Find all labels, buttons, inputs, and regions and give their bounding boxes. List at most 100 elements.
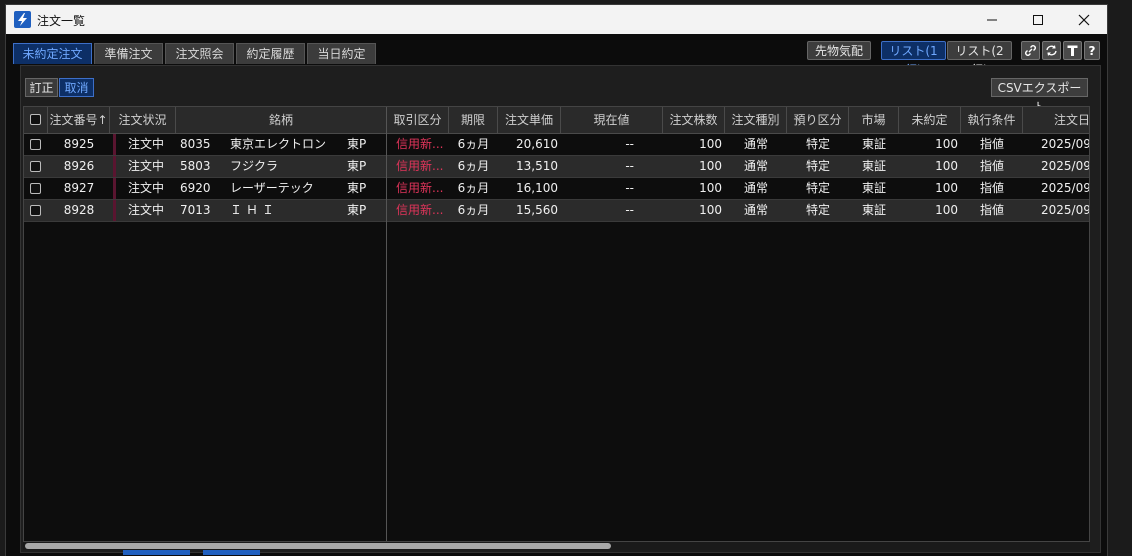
taskbar-item[interactable] [203, 550, 260, 555]
select-all-checkbox[interactable] [30, 114, 41, 125]
exec-condition: 指値 [979, 203, 1004, 217]
unfilled-qty: 100 [935, 137, 958, 151]
tab-today-executions[interactable]: 当日約定 [307, 43, 376, 64]
table-row[interactable]: 8927 注文中 6920 レーザーテック 東P 信用新... 6ヵ月 16,1… [24, 178, 1090, 200]
order-status: 注文中 [127, 159, 164, 173]
header-trade-type[interactable]: 取引区分 [387, 107, 449, 133]
symbol-exchange: 東P [347, 159, 367, 173]
row-checkbox[interactable] [30, 205, 41, 216]
symbol-exchange: 東P [347, 137, 367, 151]
trade-type: 信用新... [396, 181, 444, 195]
header-order-type[interactable]: 注文種別 [725, 107, 787, 133]
order-date: 2025/09/ [1041, 137, 1090, 151]
list-1-row-button[interactable]: リスト(1行) [881, 41, 946, 77]
symbol-code: 8035 [180, 137, 211, 151]
header-exec-condition[interactable]: 執行条件 [961, 107, 1023, 133]
term: 6ヵ月 [457, 159, 490, 173]
trade-type: 信用新... [396, 137, 444, 151]
header-current-price[interactable]: 現在値 [561, 107, 663, 133]
row-checkbox[interactable] [30, 183, 41, 194]
csv-export-button[interactable]: CSVエクスポート [991, 78, 1088, 114]
cancel-order-button[interactable]: 取消 [59, 78, 94, 97]
horizontal-scrollbar[interactable] [23, 542, 1090, 550]
order-status: 注文中 [127, 181, 164, 195]
order-price: 20,610 [516, 137, 558, 151]
table-header: 注文番号↑ 注文状況 銘柄 取引区分 期限 注文単価 現在値 注文株数 注文種別… [24, 107, 1089, 134]
window-title: 注文一覧 [37, 14, 86, 28]
term: 6ヵ月 [457, 137, 490, 151]
unfilled-qty: 100 [935, 159, 958, 173]
term: 6ヵ月 [457, 181, 490, 195]
header-unfilled[interactable]: 未約定 [899, 107, 961, 133]
order-list-window: 注文一覧 未約定注文 準備注文 注文照会 約定履歴 当日約定 先物気配 リスト(… [5, 4, 1108, 556]
app-logo-icon [14, 11, 31, 28]
header-symbol[interactable]: 銘柄 [176, 107, 387, 133]
table-row[interactable]: 8926 注文中 5803 フジクラ 東P 信用新... 6ヵ月 13,510 … [24, 156, 1090, 178]
help-button[interactable]: ? [1084, 41, 1100, 60]
list-2-row-button[interactable]: リスト(2行) [947, 41, 1012, 77]
title-bar: 注文一覧 [6, 5, 1107, 34]
symbol-exchange: 東P [347, 203, 367, 217]
symbol-exchange: 東P [347, 181, 367, 195]
order-type: 通常 [743, 137, 768, 151]
taskbar-item[interactable] [123, 550, 190, 555]
order-status: 注文中 [127, 137, 164, 151]
maximize-button[interactable] [1015, 5, 1061, 34]
futures-quote-button[interactable]: 先物気配 [807, 41, 871, 60]
header-order-status[interactable]: 注文状況 [110, 107, 176, 133]
account-type: 特定 [805, 181, 830, 195]
symbol-code: 7013 [180, 203, 211, 217]
exec-condition: 指値 [979, 159, 1004, 173]
market: 東証 [861, 137, 886, 151]
tab-unfilled-orders[interactable]: 未約定注文 [13, 43, 92, 64]
symbol-name[interactable]: レーザーテック [230, 178, 340, 199]
close-button[interactable] [1061, 5, 1107, 34]
minimize-button[interactable] [969, 5, 1015, 34]
order-qty: 100 [699, 203, 722, 217]
order-date: 2025/09/ [1041, 203, 1090, 217]
header-term[interactable]: 期限 [449, 107, 498, 133]
header-order-number[interactable]: 注文番号↑ [48, 107, 110, 133]
order-number: 8927 [63, 181, 95, 195]
scrollbar-thumb[interactable] [25, 543, 611, 549]
market: 東証 [861, 159, 886, 173]
tab-execution-history[interactable]: 約定履歴 [236, 43, 305, 64]
unfilled-qty: 100 [935, 181, 958, 195]
account-type: 特定 [805, 159, 830, 173]
exec-condition: 指値 [979, 181, 1004, 195]
order-type: 通常 [743, 159, 768, 173]
trade-type: 信用新... [396, 159, 444, 173]
order-number: 8925 [63, 137, 95, 151]
symbol-name[interactable]: 東京エレクトロン [230, 134, 340, 155]
table-row[interactable]: 8925 注文中 8035 東京エレクトロン 東P 信用新... 6ヵ月 20,… [24, 134, 1090, 156]
symbol-name[interactable]: フジクラ [230, 156, 340, 177]
order-price: 15,560 [516, 203, 558, 217]
text-icon[interactable] [1063, 41, 1082, 60]
symbol-name[interactable]: ＩＨＩ [230, 200, 340, 221]
header-order-qty[interactable]: 注文株数 [663, 107, 725, 133]
table-row[interactable]: 8928 注文中 7013 ＩＨＩ 東P 信用新... 6ヵ月 15,560 -… [24, 200, 1090, 222]
header-order-price[interactable]: 注文単価 [498, 107, 561, 133]
header-order-number-label: 注文番号 [49, 113, 98, 127]
frozen-column-divider [386, 107, 387, 541]
row-checkbox[interactable] [30, 161, 41, 172]
modify-button[interactable]: 訂正 [25, 78, 58, 97]
order-price: 13,510 [516, 159, 558, 173]
order-date: 2025/09/ [1041, 181, 1090, 195]
market: 東証 [861, 203, 886, 217]
order-date: 2025/09/ [1041, 159, 1090, 173]
link-icon[interactable] [1021, 41, 1040, 60]
sort-arrow-icon: ↑ [97, 113, 108, 127]
row-checkbox[interactable] [30, 139, 41, 150]
exec-condition: 指値 [979, 137, 1004, 151]
tab-prepared-orders[interactable]: 準備注文 [94, 43, 163, 64]
order-qty: 100 [699, 159, 722, 173]
order-qty: 100 [699, 137, 722, 151]
order-number: 8928 [63, 203, 95, 217]
header-account-type[interactable]: 預り区分 [787, 107, 849, 133]
refresh-icon[interactable] [1042, 41, 1061, 60]
tab-order-inquiry[interactable]: 注文照会 [165, 43, 234, 64]
header-market[interactable]: 市場 [849, 107, 899, 133]
header-order-date[interactable]: 注文日 [1023, 107, 1089, 133]
current-price: -- [625, 181, 634, 195]
